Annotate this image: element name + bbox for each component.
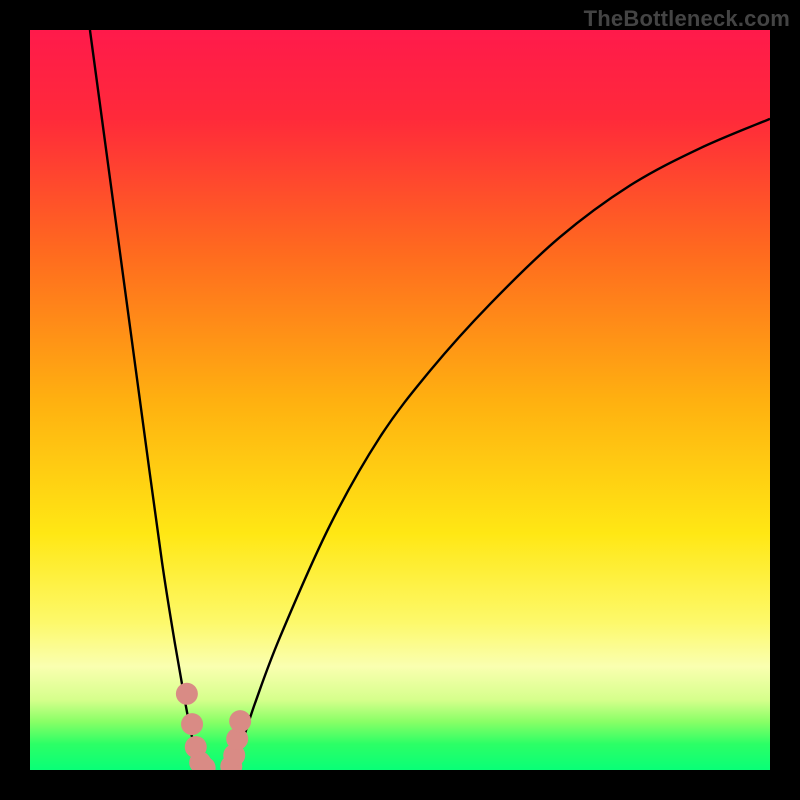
- plot-area: [30, 30, 770, 770]
- chart-svg: [30, 30, 770, 770]
- outer-frame: TheBottleneck.com: [0, 0, 800, 800]
- marker-dot: [181, 713, 203, 735]
- marker-dot: [176, 683, 198, 705]
- marker-dot: [229, 710, 251, 732]
- attribution-text: TheBottleneck.com: [584, 6, 790, 32]
